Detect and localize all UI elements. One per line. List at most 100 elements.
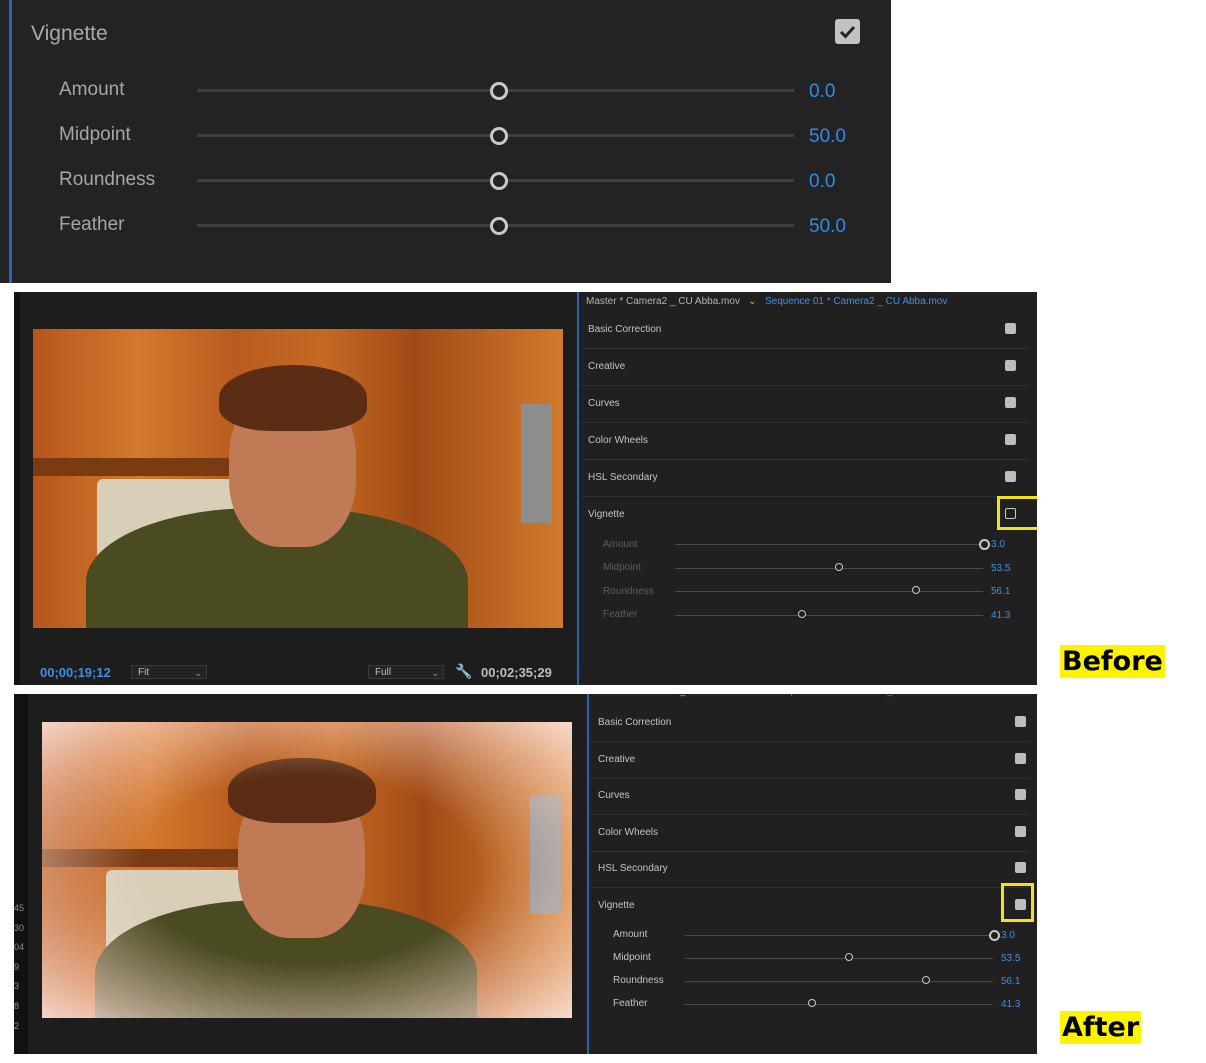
master-clip-tab[interactable]: Master * Camera2 _ CU Abba.mov bbox=[596, 694, 750, 697]
slider-handle[interactable] bbox=[922, 976, 930, 984]
slider-track[interactable] bbox=[685, 935, 993, 936]
slider-track[interactable] bbox=[675, 544, 983, 545]
checkbox-checked[interactable] bbox=[1015, 789, 1026, 800]
slider-track[interactable] bbox=[675, 615, 983, 616]
section-creative[interactable]: Creative bbox=[580, 349, 1030, 386]
chevron-down-icon[interactable]: ⌄ bbox=[743, 296, 763, 307]
chevron-down-icon[interactable]: ⌄ bbox=[753, 694, 773, 697]
slider-handle[interactable] bbox=[989, 930, 1000, 941]
program-monitor-video[interactable] bbox=[33, 329, 563, 628]
slider-label: Amount bbox=[603, 539, 638, 550]
slider-value[interactable]: 3.0 bbox=[1001, 930, 1015, 941]
slider-label: Roundness bbox=[59, 169, 156, 190]
slider-label: Feather bbox=[603, 609, 638, 620]
section-label: Vignette bbox=[588, 509, 625, 520]
checkbox-checked[interactable] bbox=[1015, 716, 1026, 727]
slider-value[interactable]: 50.0 bbox=[809, 216, 846, 238]
slider-handle[interactable] bbox=[798, 610, 806, 618]
section-basic-correction[interactable]: Basic Correction bbox=[590, 705, 1030, 742]
slider-value[interactable]: 56.1 bbox=[991, 586, 1010, 597]
section-color-wheels[interactable]: Color Wheels bbox=[580, 423, 1030, 460]
section-curves[interactable]: Curves bbox=[590, 778, 1030, 815]
slider-track[interactable] bbox=[685, 958, 993, 959]
slider-handle[interactable] bbox=[845, 953, 853, 961]
clip-header: Master * Camera2 _ CU Abba.mov ⌄ Sequenc… bbox=[596, 694, 957, 697]
checkbox-checked[interactable] bbox=[1015, 862, 1026, 873]
before-label: Before bbox=[1060, 645, 1165, 678]
slider-value[interactable]: 0.0 bbox=[809, 81, 835, 103]
section-label: Color Wheels bbox=[588, 435, 649, 446]
slider-label: Midpoint bbox=[603, 562, 641, 573]
before-screenshot: 00;00;19;12 Fit ⌄ Full ⌄ 🔧 00;02;35;29 M… bbox=[14, 292, 1037, 685]
resolution-dropdown[interactable]: Full ⌄ bbox=[368, 665, 444, 679]
slider-handle[interactable] bbox=[490, 127, 508, 145]
checkbox-checked[interactable] bbox=[1005, 434, 1016, 445]
lumetri-color-panel: Master * Camera2 _ CU Abba.mov ⌄ Sequenc… bbox=[577, 292, 1037, 685]
wrench-icon[interactable]: 🔧 bbox=[455, 663, 472, 680]
slider-handle[interactable] bbox=[490, 172, 508, 190]
slider-track[interactable] bbox=[675, 568, 983, 569]
zoom-dropdown[interactable]: Fit ⌄ bbox=[131, 665, 207, 679]
checkbox-checked[interactable] bbox=[1005, 397, 1016, 408]
vignette-overlay bbox=[42, 722, 572, 1018]
section-label: Creative bbox=[588, 361, 626, 372]
section-label: Basic Correction bbox=[598, 717, 672, 728]
tick-label: 8 bbox=[14, 1000, 20, 1011]
program-monitor-video[interactable] bbox=[42, 722, 572, 1018]
after-screenshot: 45 30 04 9 3 8 2 Master * Camera2 _ CU A… bbox=[14, 694, 1037, 1054]
section-label: Curves bbox=[598, 790, 630, 801]
section-label: HSL Secondary bbox=[588, 472, 658, 483]
slider-label: Amount bbox=[59, 79, 125, 100]
slider-handle[interactable] bbox=[490, 82, 508, 100]
section-vignette[interactable]: Vignette bbox=[590, 888, 1030, 924]
panel-edge bbox=[577, 292, 579, 685]
slider-handle[interactable] bbox=[490, 217, 508, 235]
sequence-clip-tab[interactable]: Sequence 01 * Camera2 _ CU Abba.mov bbox=[775, 694, 957, 697]
slider-value[interactable]: 56.1 bbox=[1001, 976, 1020, 987]
tick-label: 45 bbox=[14, 903, 25, 913]
slider-track[interactable] bbox=[685, 981, 993, 982]
slider-handle[interactable] bbox=[808, 999, 816, 1007]
section-hsl-secondary[interactable]: HSL Secondary bbox=[590, 851, 1030, 888]
master-clip-tab[interactable]: Master * Camera2 _ CU Abba.mov bbox=[586, 296, 740, 307]
slider-handle[interactable] bbox=[979, 539, 990, 550]
slider-label: Roundness bbox=[603, 586, 654, 597]
section-label: Curves bbox=[588, 398, 620, 409]
slider-label: Midpoint bbox=[613, 952, 651, 963]
slider-label: Midpoint bbox=[59, 124, 131, 145]
checkbox-checked[interactable] bbox=[1005, 360, 1016, 371]
current-timecode[interactable]: 00;00;19;12 bbox=[40, 665, 111, 680]
section-basic-correction[interactable]: Basic Correction bbox=[580, 312, 1030, 349]
slider-label: Feather bbox=[59, 214, 125, 235]
slider-value[interactable]: 3.0 bbox=[991, 539, 1005, 550]
tick-label: 3 bbox=[14, 981, 20, 992]
checkbox-checked[interactable] bbox=[1005, 323, 1016, 334]
highlight-box bbox=[997, 496, 1037, 530]
slider-handle[interactable] bbox=[912, 586, 920, 594]
tick-label: 2 bbox=[14, 1020, 20, 1031]
tick-label: 30 bbox=[14, 922, 25, 933]
section-vignette[interactable]: Vignette bbox=[580, 497, 1030, 533]
slider-track[interactable] bbox=[675, 591, 983, 592]
slider-value[interactable]: 53.5 bbox=[1001, 953, 1020, 964]
vignette-checkbox[interactable] bbox=[835, 19, 860, 44]
slider-track[interactable] bbox=[685, 1004, 993, 1005]
section-hsl-secondary[interactable]: HSL Secondary bbox=[580, 460, 1030, 497]
slider-value[interactable]: 50.0 bbox=[809, 126, 846, 148]
panel-edge bbox=[9, 0, 12, 283]
section-color-wheels[interactable]: Color Wheels bbox=[590, 815, 1030, 852]
clip-header: Master * Camera2 _ CU Abba.mov ⌄ Sequenc… bbox=[586, 296, 947, 307]
vignette-title: Vignette bbox=[31, 22, 108, 45]
slider-value[interactable]: 0.0 bbox=[809, 171, 835, 193]
checkbox-checked[interactable] bbox=[1015, 826, 1026, 837]
checkbox-checked[interactable] bbox=[1005, 471, 1016, 482]
checkbox-checked[interactable] bbox=[1015, 753, 1026, 764]
sequence-clip-tab[interactable]: Sequence 01 * Camera2 _ CU Abba.mov bbox=[765, 296, 947, 307]
slider-value[interactable]: 53.5 bbox=[991, 563, 1010, 574]
slider-handle[interactable] bbox=[835, 563, 843, 571]
slider-value[interactable]: 41.3 bbox=[1001, 999, 1020, 1010]
chevron-down-icon: ⌄ bbox=[431, 668, 439, 678]
slider-value[interactable]: 41.3 bbox=[991, 610, 1010, 621]
section-curves[interactable]: Curves bbox=[580, 386, 1030, 423]
section-creative[interactable]: Creative bbox=[590, 742, 1030, 779]
